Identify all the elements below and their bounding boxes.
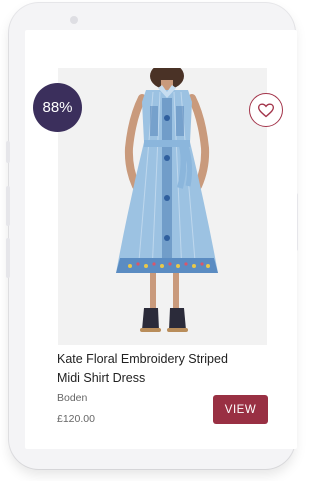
product-title[interactable]: Kate Floral Embroidery Striped Midi Shir… bbox=[57, 350, 237, 388]
product-image[interactable] bbox=[58, 68, 267, 345]
phone-screen: 88% Kate Floral Embroidery Striped Midi … bbox=[25, 30, 297, 449]
product-brand: Boden bbox=[57, 392, 88, 404]
match-score-badge: 88% bbox=[33, 83, 82, 132]
mockup-stage: 88% Kate Floral Embroidery Striped Midi … bbox=[0, 0, 305, 481]
view-button[interactable]: VIEW bbox=[213, 395, 268, 424]
dress-illustration bbox=[58, 68, 267, 345]
phone-camera bbox=[70, 16, 78, 24]
view-button-label: VIEW bbox=[224, 403, 257, 416]
phone-side-button bbox=[6, 141, 10, 163]
phone-frame: 88% Kate Floral Embroidery Striped Midi … bbox=[6, 3, 298, 469]
heart-icon bbox=[258, 102, 274, 117]
product-price: £120.00 bbox=[57, 413, 95, 425]
phone-side-button bbox=[6, 238, 10, 278]
wishlist-button[interactable] bbox=[249, 93, 283, 127]
match-score-value: 88% bbox=[42, 99, 73, 116]
phone-side-button bbox=[6, 186, 10, 226]
